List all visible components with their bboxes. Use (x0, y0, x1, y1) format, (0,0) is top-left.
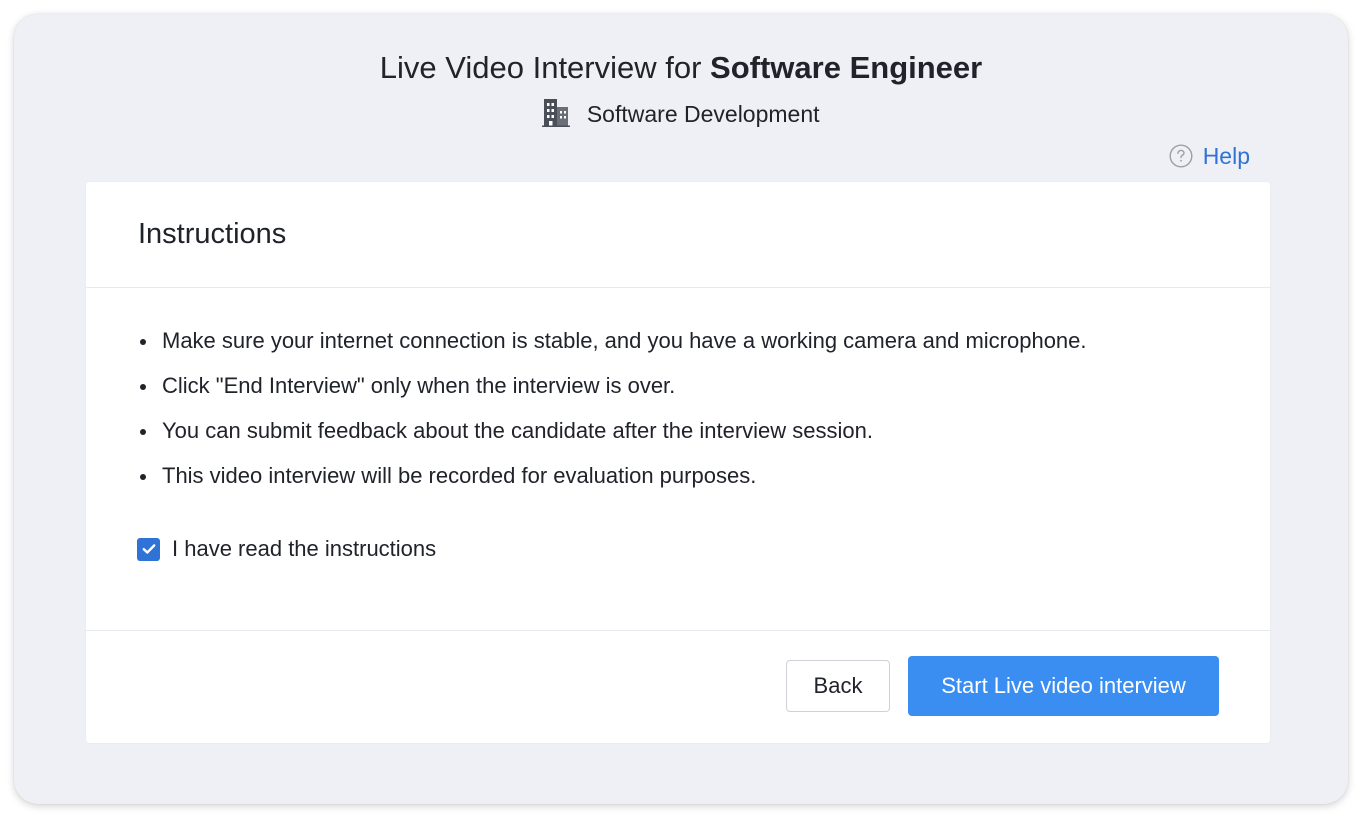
interview-window: Live Video Interview for Software Engine… (14, 14, 1348, 804)
help-label: Help (1202, 143, 1250, 169)
list-item: Click "End Interview" only when the inte… (138, 371, 1087, 401)
instructions-card: Instructions Make sure your internet con… (86, 182, 1270, 743)
check-icon (142, 544, 155, 554)
list-item: This video interview will be recorded fo… (138, 461, 1087, 491)
page-title: Live Video Interview for Software Engine… (14, 48, 1348, 88)
card-title: Instructions (138, 218, 287, 250)
question-circle-icon (1169, 144, 1193, 168)
acknowledge-checkbox[interactable] (137, 537, 160, 561)
card-body: Make sure your internet connection is st… (86, 288, 1270, 631)
acknowledge-label: I have read the instructions (172, 536, 437, 561)
acknowledge-checkbox-row[interactable]: I have read the instructions (137, 534, 436, 564)
department-name: Software Development (586, 101, 820, 127)
list-item: Make sure your internet connection is st… (138, 326, 1087, 356)
list-item: You can submit feedback about the candid… (138, 416, 1087, 446)
title-prefix: Live Video Interview for (379, 50, 702, 85)
instructions-list: Make sure your internet connection is st… (138, 326, 1087, 506)
card-header: Instructions (86, 182, 1270, 288)
back-button[interactable]: Back (786, 660, 890, 712)
job-role: Software Engineer (710, 50, 983, 85)
department-line: Software Development (14, 94, 1348, 140)
help-link[interactable]: Help (1169, 140, 1250, 172)
building-icon (542, 96, 571, 140)
card-footer: Back Start Live video interview (86, 631, 1270, 743)
start-interview-button[interactable]: Start Live video interview (908, 656, 1219, 716)
